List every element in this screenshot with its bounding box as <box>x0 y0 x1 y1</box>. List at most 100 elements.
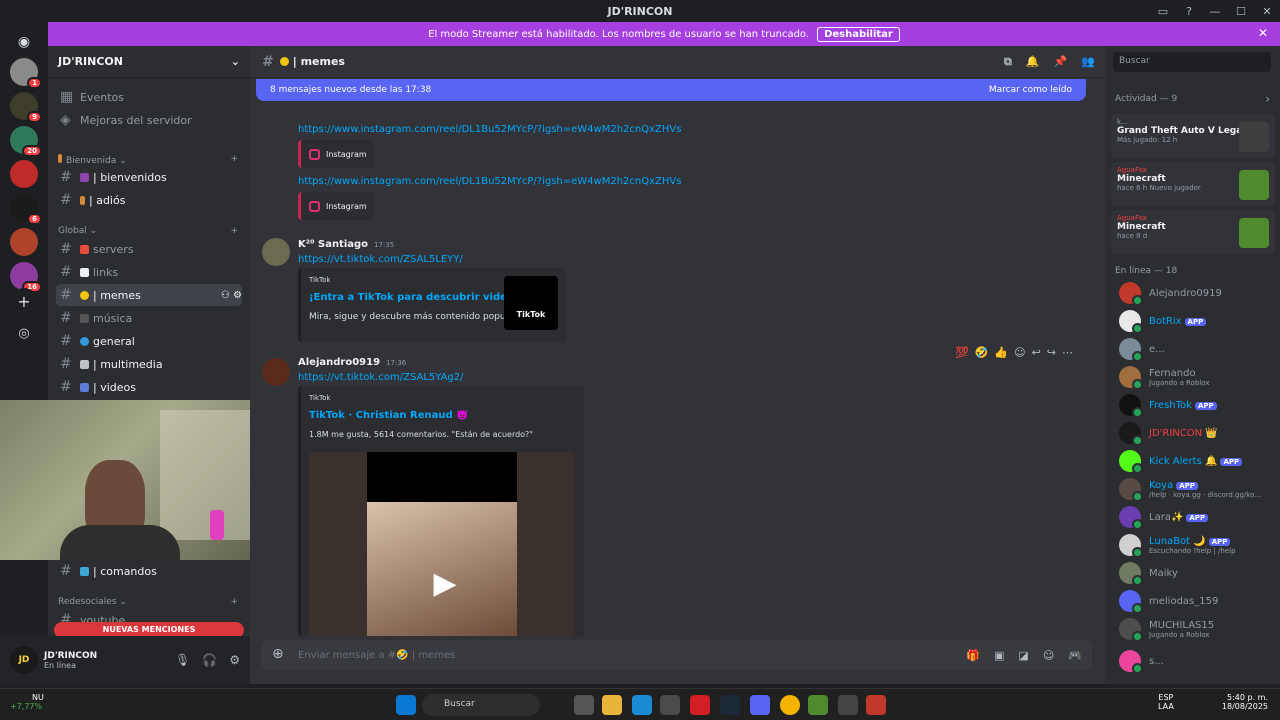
boost-item[interactable]: ◈ Mejoras del servidor <box>56 109 242 131</box>
channel-links[interactable]: # links <box>56 261 242 283</box>
member-item[interactable]: meliodas_159 <box>1119 588 1277 614</box>
member-item[interactable]: Koya APP/help · koya.gg · discord.gg/ko..… <box>1119 476 1277 502</box>
message-link[interactable]: https://www.instagram.com/reel/DL1Bu52MY… <box>298 124 681 135</box>
member-item[interactable]: Maiky <box>1119 560 1277 586</box>
play-icon[interactable]: ▶ <box>427 566 463 602</box>
language-indicator[interactable]: ESP LAA <box>1158 693 1174 711</box>
instagram-embed[interactable]: Instagram <box>298 140 374 168</box>
add-server-icon[interactable]: + <box>10 288 38 316</box>
tiktok-embed[interactable]: TikTok ¡Entra a TikTok para descubrir vi… <box>298 268 566 342</box>
add-channel-icon[interactable]: + <box>230 226 238 236</box>
tiktok-embed[interactable]: TikTok TikTok · Christian Renaud 👿 1.8M … <box>298 386 584 636</box>
start-icon[interactable] <box>396 695 416 715</box>
channel-comandos[interactable]: # | comandos <box>56 560 242 582</box>
pin-icon[interactable]: 📌 <box>1054 55 1068 69</box>
headphones-icon[interactable]: 🎧 <box>202 653 217 667</box>
app-icon[interactable] <box>690 695 710 715</box>
avatar[interactable] <box>262 238 290 266</box>
activity-card[interactable]: AguaFox Minecraft hace 8 d <box>1111 210 1275 254</box>
reaction-icon[interactable]: 🤣 <box>975 346 989 359</box>
message-author[interactable]: K²⁰ Santiago 17:35 <box>298 239 394 250</box>
add-reaction-icon[interactable]: ☺ <box>1014 346 1025 359</box>
close-banner-icon[interactable]: ✕ <box>1258 26 1268 40</box>
emoji-icon[interactable]: ☺ <box>1043 649 1054 662</box>
minimize-button[interactable]: — <box>1202 5 1228 18</box>
forward-icon[interactable]: ↪ <box>1047 346 1056 359</box>
member-item[interactable]: BotRix APP <box>1119 308 1277 334</box>
video-thumbnail[interactable]: ▶ <box>309 452 575 636</box>
channel-adios[interactable]: # | adiós <box>56 189 242 211</box>
minecraft-icon[interactable] <box>808 695 828 715</box>
reaction-icon[interactable]: 👍 <box>994 346 1008 359</box>
member-item[interactable]: Fernando Jugando a Roblox <box>1119 364 1277 390</box>
bell-icon[interactable]: 🔔 <box>1026 55 1040 69</box>
chevron-right-icon[interactable]: › <box>1265 92 1270 106</box>
clock[interactable]: 5:40 p. m. 18/08/2025 <box>1222 693 1268 711</box>
reply-icon[interactable]: ↩ <box>1032 346 1041 359</box>
search-input[interactable]: Buscar <box>1113 52 1271 72</box>
gif-icon[interactable]: ▣ <box>994 649 1004 662</box>
server-icon-3[interactable]: 20 <box>10 126 42 157</box>
more-icon[interactable]: ⋯ <box>1062 346 1073 359</box>
member-item[interactable]: Alejandro0919 <box>1119 280 1277 306</box>
instagram-embed[interactable]: Instagram <box>298 192 374 220</box>
file-explorer-icon[interactable] <box>602 695 622 715</box>
server-icon-4[interactable] <box>10 160 38 188</box>
member-item[interactable]: Kick Alerts 🔔 APP <box>1119 448 1277 474</box>
server-icon-7[interactable]: 16 <box>10 262 42 293</box>
gift-icon[interactable]: 🎁 <box>966 649 980 662</box>
channel-bienvenidos[interactable]: # | bienvenidos <box>56 166 242 188</box>
channel-videos[interactable]: # | videos <box>56 376 242 398</box>
steam-icon[interactable] <box>720 695 740 715</box>
channel-memes[interactable]: # | memes ⚇ ⚙ <box>56 284 242 306</box>
add-attachment-icon[interactable]: ⊕ <box>272 646 284 662</box>
activity-card[interactable]: k... Grand Theft Auto V Legacy Más jugad… <box>1111 114 1275 158</box>
maximize-button[interactable]: ☐ <box>1228 5 1254 18</box>
member-item[interactable]: JD'RINCON 👑 <box>1119 420 1277 446</box>
members-icon[interactable]: 👥 <box>1081 55 1095 69</box>
weather-widget[interactable]: NU +7,77% <box>10 693 44 711</box>
xbox-icon[interactable] <box>838 695 858 715</box>
new-messages-bar[interactable]: 8 mensajes nuevos desde las 17:38 Marcar… <box>256 79 1086 101</box>
app-icon[interactable] <box>866 695 886 715</box>
member-item[interactable]: e... <box>1119 336 1277 362</box>
message-composer[interactable]: ⊕ Enviar mensaje a #🤣 | memes 🎁 ▣ ◪ ☺ 🎮 <box>262 640 1092 670</box>
message-author[interactable]: Alejandro0919 17:36 <box>298 357 406 368</box>
task-view-icon[interactable] <box>574 695 594 715</box>
mark-read-button[interactable]: Marcar como leído <box>989 85 1072 95</box>
activity-card[interactable]: AguaFox Minecraft hace 6 h Nuevo jugador <box>1111 162 1275 206</box>
embed-title[interactable]: TikTok · Christian Renaud 👿 <box>309 410 469 421</box>
server-icon-jdrincon[interactable]: 6 <box>10 194 42 225</box>
category-global[interactable]: Global ⌄ + <box>58 226 238 236</box>
server-icon-1[interactable]: 1 <box>10 58 42 89</box>
discord-icon[interactable] <box>750 695 770 715</box>
inbox-icon[interactable]: ▭ <box>1150 5 1176 18</box>
message-link[interactable]: https://vt.tiktok.com/ZSAL5YAg2/ <box>298 372 464 383</box>
category-redesociales[interactable]: Redesociales ⌄ + <box>58 597 238 607</box>
channel-multimedia[interactable]: # | multimedia <box>56 353 242 375</box>
store-icon[interactable] <box>660 695 680 715</box>
add-channel-icon[interactable]: + <box>230 597 238 607</box>
add-channel-icon[interactable]: + <box>230 154 238 166</box>
message-link[interactable]: https://www.instagram.com/reel/DL1Bu52MY… <box>298 176 681 187</box>
server-icon-2[interactable]: 9 <box>10 92 42 123</box>
microphone-icon[interactable]: 🎙 <box>175 653 190 667</box>
apps-icon[interactable]: 🎮 <box>1068 649 1082 662</box>
invite-settings-icons[interactable]: ⚇ ⚙ <box>221 290 242 301</box>
help-icon[interactable]: ? <box>1176 5 1202 18</box>
member-item[interactable]: FreshTok APP <box>1119 392 1277 418</box>
member-item[interactable]: LunaBot 🌙 APP Escuchando !help | /help <box>1119 532 1277 558</box>
edge-icon[interactable] <box>632 695 652 715</box>
chrome-icon[interactable] <box>780 695 800 715</box>
reaction-icon[interactable]: 💯 <box>955 346 969 359</box>
discord-home-icon[interactable]: ◉ <box>10 28 38 56</box>
channel-servers[interactable]: # servers <box>56 238 242 260</box>
sticker-icon[interactable]: ◪ <box>1018 649 1028 662</box>
member-item[interactable]: MUCHILAS15 Jugando a Roblox <box>1119 616 1277 642</box>
avatar[interactable] <box>262 358 290 386</box>
avatar[interactable]: JD <box>10 646 38 674</box>
member-item[interactable]: s... <box>1119 648 1277 674</box>
message-link[interactable]: https://vt.tiktok.com/ZSAL5LEYY/ <box>298 254 463 265</box>
server-header[interactable]: JD'RINCON ⌄ <box>48 46 250 78</box>
embed-title[interactable]: ¡Entra a TikTok para descubrir videos! <box>309 292 524 303</box>
